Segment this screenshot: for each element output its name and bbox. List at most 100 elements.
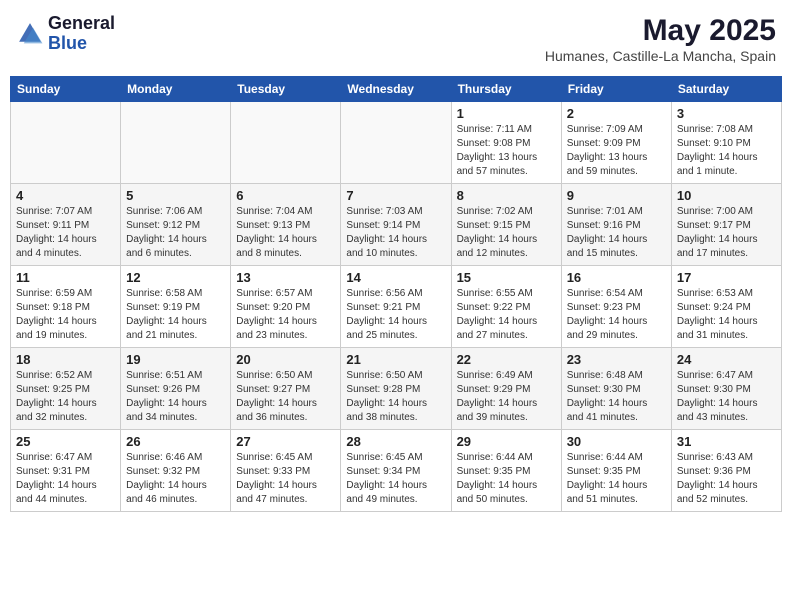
- calendar-cell: 14 Sunrise: 6:56 AM Sunset: 9:21 PM Dayli…: [341, 266, 451, 348]
- day-info: Sunrise: 6:45 AM Sunset: 9:33 PM Dayligh…: [236, 451, 335, 507]
- day-number: 5: [126, 188, 225, 203]
- calendar-week-2: 4 Sunrise: 7:07 AM Sunset: 9:11 PM Daylig…: [11, 184, 782, 266]
- calendar-cell: [11, 102, 121, 184]
- day-info: Sunrise: 6:52 AM Sunset: 9:25 PM Dayligh…: [16, 369, 115, 425]
- day-number: 18: [16, 352, 115, 367]
- day-info: Sunrise: 7:00 AM Sunset: 9:17 PM Dayligh…: [677, 205, 776, 261]
- day-number: 16: [567, 270, 666, 285]
- calendar-cell: 9 Sunrise: 7:01 AM Sunset: 9:16 PM Daylig…: [561, 184, 671, 266]
- calendar-cell: 5 Sunrise: 7:06 AM Sunset: 9:12 PM Daylig…: [121, 184, 231, 266]
- header-saturday: Saturday: [671, 77, 781, 102]
- day-number: 11: [16, 270, 115, 285]
- calendar-cell: 17 Sunrise: 6:53 AM Sunset: 9:24 PM Dayli…: [671, 266, 781, 348]
- day-number: 3: [677, 106, 776, 121]
- calendar-cell: 30Sunrise: 6:44 AM Sunset: 9:35 PM Dayli…: [561, 430, 671, 512]
- day-info: Sunrise: 6:50 AM Sunset: 9:28 PM Dayligh…: [346, 369, 445, 425]
- calendar-cell: 23Sunrise: 6:48 AM Sunset: 9:30 PM Dayli…: [561, 348, 671, 430]
- day-number: 8: [457, 188, 556, 203]
- day-info: Sunrise: 6:53 AM Sunset: 9:24 PM Dayligh…: [677, 287, 776, 343]
- day-info: Sunrise: 6:50 AM Sunset: 9:27 PM Dayligh…: [236, 369, 335, 425]
- calendar-cell: 3 Sunrise: 7:08 AM Sunset: 9:10 PM Daylig…: [671, 102, 781, 184]
- calendar-cell: 1 Sunrise: 7:11 AM Sunset: 9:08 PM Daylig…: [451, 102, 561, 184]
- calendar-cell: [341, 102, 451, 184]
- header-thursday: Thursday: [451, 77, 561, 102]
- header-tuesday: Tuesday: [231, 77, 341, 102]
- day-info: Sunrise: 6:56 AM Sunset: 9:21 PM Dayligh…: [346, 287, 445, 343]
- calendar-cell: 29Sunrise: 6:44 AM Sunset: 9:35 PM Dayli…: [451, 430, 561, 512]
- calendar-cell: 13 Sunrise: 6:57 AM Sunset: 9:20 PM Dayli…: [231, 266, 341, 348]
- day-info: Sunrise: 6:55 AM Sunset: 9:22 PM Dayligh…: [457, 287, 556, 343]
- day-number: 22: [457, 352, 556, 367]
- day-number: 4: [16, 188, 115, 203]
- day-number: 12: [126, 270, 225, 285]
- day-number: 28: [346, 434, 445, 449]
- calendar-cell: 8Sunrise: 7:02 AM Sunset: 9:15 PM Daylig…: [451, 184, 561, 266]
- day-number: 24: [677, 352, 776, 367]
- page-header: General Blue May 2025 Humanes, Castille-…: [10, 10, 782, 68]
- month-title: May 2025: [545, 14, 776, 48]
- day-number: 26: [126, 434, 225, 449]
- calendar-cell: 12 Sunrise: 6:58 AM Sunset: 9:19 PM Dayli…: [121, 266, 231, 348]
- calendar-cell: 2 Sunrise: 7:09 AM Sunset: 9:09 PM Daylig…: [561, 102, 671, 184]
- calendar-cell: 10 Sunrise: 7:00 AM Sunset: 9:17 PM Dayli…: [671, 184, 781, 266]
- day-info: Sunrise: 7:11 AM Sunset: 9:08 PM Dayligh…: [457, 123, 556, 179]
- day-info: Sunrise: 7:06 AM Sunset: 9:12 PM Dayligh…: [126, 205, 225, 261]
- calendar-cell: 18 Sunrise: 6:52 AM Sunset: 9:25 PM Dayli…: [11, 348, 121, 430]
- day-info: Sunrise: 6:43 AM Sunset: 9:36 PM Dayligh…: [677, 451, 776, 507]
- calendar-cell: [231, 102, 341, 184]
- calendar-cell: 20 Sunrise: 6:50 AM Sunset: 9:27 PM Dayli…: [231, 348, 341, 430]
- calendar-week-4: 18 Sunrise: 6:52 AM Sunset: 9:25 PM Dayli…: [11, 348, 782, 430]
- day-number: 25: [16, 434, 115, 449]
- day-info: Sunrise: 7:07 AM Sunset: 9:11 PM Dayligh…: [16, 205, 115, 261]
- day-info: Sunrise: 7:08 AM Sunset: 9:10 PM Dayligh…: [677, 123, 776, 179]
- header-monday: Monday: [121, 77, 231, 102]
- calendar-cell: 19 Sunrise: 6:51 AM Sunset: 9:26 PM Dayli…: [121, 348, 231, 430]
- calendar-cell: 31Sunrise: 6:43 AM Sunset: 9:36 PM Dayli…: [671, 430, 781, 512]
- calendar-week-1: 1 Sunrise: 7:11 AM Sunset: 9:08 PM Daylig…: [11, 102, 782, 184]
- day-info: Sunrise: 7:09 AM Sunset: 9:09 PM Dayligh…: [567, 123, 666, 179]
- day-info: Sunrise: 6:58 AM Sunset: 9:19 PM Dayligh…: [126, 287, 225, 343]
- day-number: 19: [126, 352, 225, 367]
- title-block: May 2025 Humanes, Castille-La Mancha, Sp…: [545, 14, 776, 64]
- days-header-row: SundayMondayTuesdayWednesdayThursdayFrid…: [11, 77, 782, 102]
- logo-icon: [16, 20, 44, 48]
- calendar-cell: 7 Sunrise: 7:03 AM Sunset: 9:14 PM Daylig…: [341, 184, 451, 266]
- day-number: 17: [677, 270, 776, 285]
- calendar-cell: [121, 102, 231, 184]
- calendar-cell: 15Sunrise: 6:55 AM Sunset: 9:22 PM Dayli…: [451, 266, 561, 348]
- day-info: Sunrise: 7:01 AM Sunset: 9:16 PM Dayligh…: [567, 205, 666, 261]
- calendar-cell: 28 Sunrise: 6:45 AM Sunset: 9:34 PM Dayli…: [341, 430, 451, 512]
- location-text: Humanes, Castille-La Mancha, Spain: [545, 48, 776, 64]
- day-number: 7: [346, 188, 445, 203]
- calendar-cell: 26 Sunrise: 6:46 AM Sunset: 9:32 PM Dayli…: [121, 430, 231, 512]
- day-info: Sunrise: 6:45 AM Sunset: 9:34 PM Dayligh…: [346, 451, 445, 507]
- day-info: Sunrise: 7:03 AM Sunset: 9:14 PM Dayligh…: [346, 205, 445, 261]
- day-info: Sunrise: 6:44 AM Sunset: 9:35 PM Dayligh…: [457, 451, 556, 507]
- day-info: Sunrise: 6:44 AM Sunset: 9:35 PM Dayligh…: [567, 451, 666, 507]
- day-number: 1: [457, 106, 556, 121]
- logo-blue-text: Blue: [48, 33, 87, 53]
- calendar-cell: 16Sunrise: 6:54 AM Sunset: 9:23 PM Dayli…: [561, 266, 671, 348]
- day-number: 2: [567, 106, 666, 121]
- day-number: 14: [346, 270, 445, 285]
- day-number: 13: [236, 270, 335, 285]
- day-number: 9: [567, 188, 666, 203]
- day-number: 20: [236, 352, 335, 367]
- header-wednesday: Wednesday: [341, 77, 451, 102]
- day-info: Sunrise: 6:46 AM Sunset: 9:32 PM Dayligh…: [126, 451, 225, 507]
- calendar-cell: 25 Sunrise: 6:47 AM Sunset: 9:31 PM Dayli…: [11, 430, 121, 512]
- day-info: Sunrise: 6:48 AM Sunset: 9:30 PM Dayligh…: [567, 369, 666, 425]
- day-number: 6: [236, 188, 335, 203]
- calendar-cell: 24 Sunrise: 6:47 AM Sunset: 9:30 PM Dayli…: [671, 348, 781, 430]
- calendar-table: SundayMondayTuesdayWednesdayThursdayFrid…: [10, 76, 782, 512]
- day-info: Sunrise: 6:47 AM Sunset: 9:30 PM Dayligh…: [677, 369, 776, 425]
- header-sunday: Sunday: [11, 77, 121, 102]
- day-info: Sunrise: 6:51 AM Sunset: 9:26 PM Dayligh…: [126, 369, 225, 425]
- calendar-cell: 4 Sunrise: 7:07 AM Sunset: 9:11 PM Daylig…: [11, 184, 121, 266]
- day-info: Sunrise: 6:57 AM Sunset: 9:20 PM Dayligh…: [236, 287, 335, 343]
- day-info: Sunrise: 7:04 AM Sunset: 9:13 PM Dayligh…: [236, 205, 335, 261]
- calendar-cell: 21Sunrise: 6:50 AM Sunset: 9:28 PM Dayli…: [341, 348, 451, 430]
- calendar-cell: 22Sunrise: 6:49 AM Sunset: 9:29 PM Dayli…: [451, 348, 561, 430]
- day-number: 10: [677, 188, 776, 203]
- day-info: Sunrise: 6:47 AM Sunset: 9:31 PM Dayligh…: [16, 451, 115, 507]
